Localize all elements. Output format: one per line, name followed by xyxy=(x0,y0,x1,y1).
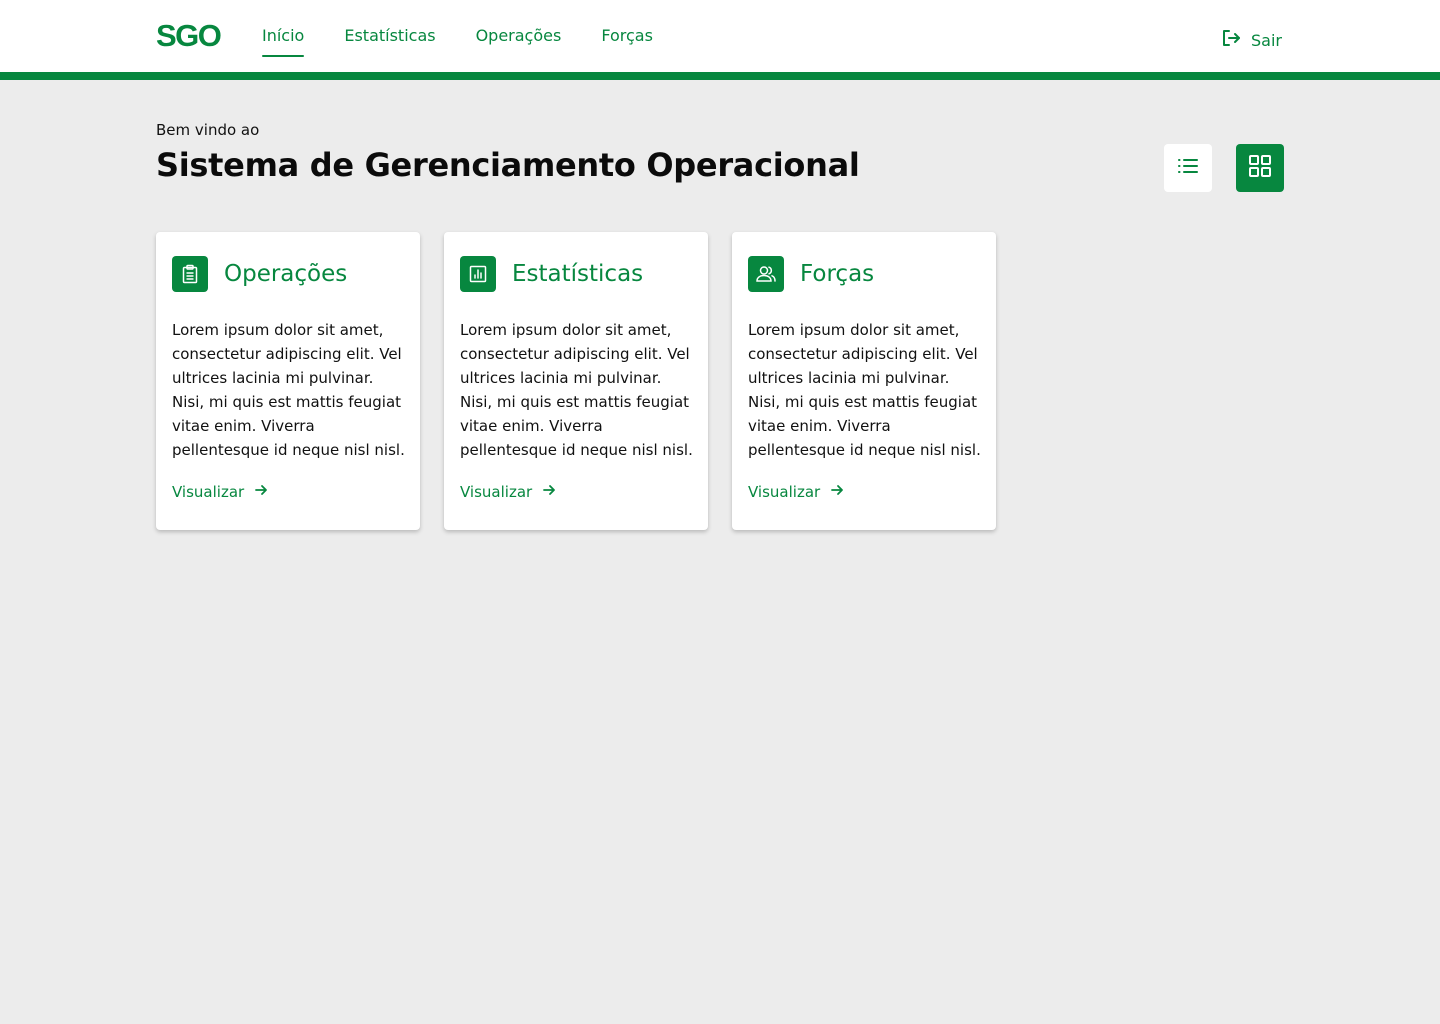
visualizar-link[interactable]: Visualizar xyxy=(460,483,556,501)
arrow-right-icon xyxy=(254,483,268,501)
grid-icon xyxy=(1248,154,1272,182)
list-icon xyxy=(1177,157,1199,179)
card-description: Lorem ipsum dolor sit amet, consectetur … xyxy=(748,321,981,459)
visualizar-link[interactable]: Visualizar xyxy=(172,483,268,501)
card-header: Estatísticas xyxy=(460,256,692,292)
card-header: Operações xyxy=(172,256,404,292)
welcome-text: Bem vindo ao xyxy=(156,121,260,139)
card-header: Forças xyxy=(748,256,980,292)
card-forcas: Forças Lorem ipsum dolor sit amet, conse… xyxy=(732,232,996,530)
nav-item-forcas[interactable]: Forças xyxy=(601,24,653,54)
page-title: Sistema de Gerenciamento Operacional xyxy=(156,146,860,184)
card-description: Lorem ipsum dolor sit amet, consectetur … xyxy=(172,321,405,459)
nav-item-estatisticas[interactable]: Estatísticas xyxy=(344,24,435,54)
sgo-logo[interactable]: SGO xyxy=(156,18,222,54)
card-title: Forças xyxy=(800,261,875,287)
visualizar-link[interactable]: Visualizar xyxy=(748,483,844,501)
visualizar-label: Visualizar xyxy=(172,483,245,501)
card-description: Lorem ipsum dolor sit amet, consectetur … xyxy=(460,321,693,459)
main-nav: Início Estatísticas Operações Forças xyxy=(262,24,653,57)
grid-view-button[interactable] xyxy=(1236,144,1284,192)
top-header: SGO Início Estatísticas Operações Forças… xyxy=(0,0,1440,72)
visualizar-label: Visualizar xyxy=(748,483,821,501)
logout-label: Sair xyxy=(1251,30,1282,50)
logout-button[interactable]: Sair xyxy=(1221,28,1282,52)
arrow-right-icon xyxy=(830,483,844,501)
list-view-button[interactable] xyxy=(1164,144,1212,192)
card-grid: Operações Lorem ipsum dolor sit amet, co… xyxy=(156,232,996,530)
users-icon xyxy=(748,256,784,292)
card-estatisticas: Estatísticas Lorem ipsum dolor sit amet,… xyxy=(444,232,708,530)
nav-item-operacoes[interactable]: Operações xyxy=(476,24,562,54)
card-operacoes: Operações Lorem ipsum dolor sit amet, co… xyxy=(156,232,420,530)
clipboard-icon xyxy=(172,256,208,292)
visualizar-label: Visualizar xyxy=(460,483,533,501)
header-accent-bar xyxy=(0,72,1440,80)
card-title: Operações xyxy=(224,261,348,287)
chart-icon xyxy=(460,256,496,292)
nav-item-inicio[interactable]: Início xyxy=(262,24,305,57)
logout-icon xyxy=(1221,28,1241,52)
card-title: Estatísticas xyxy=(512,261,644,287)
arrow-right-icon xyxy=(542,483,556,501)
